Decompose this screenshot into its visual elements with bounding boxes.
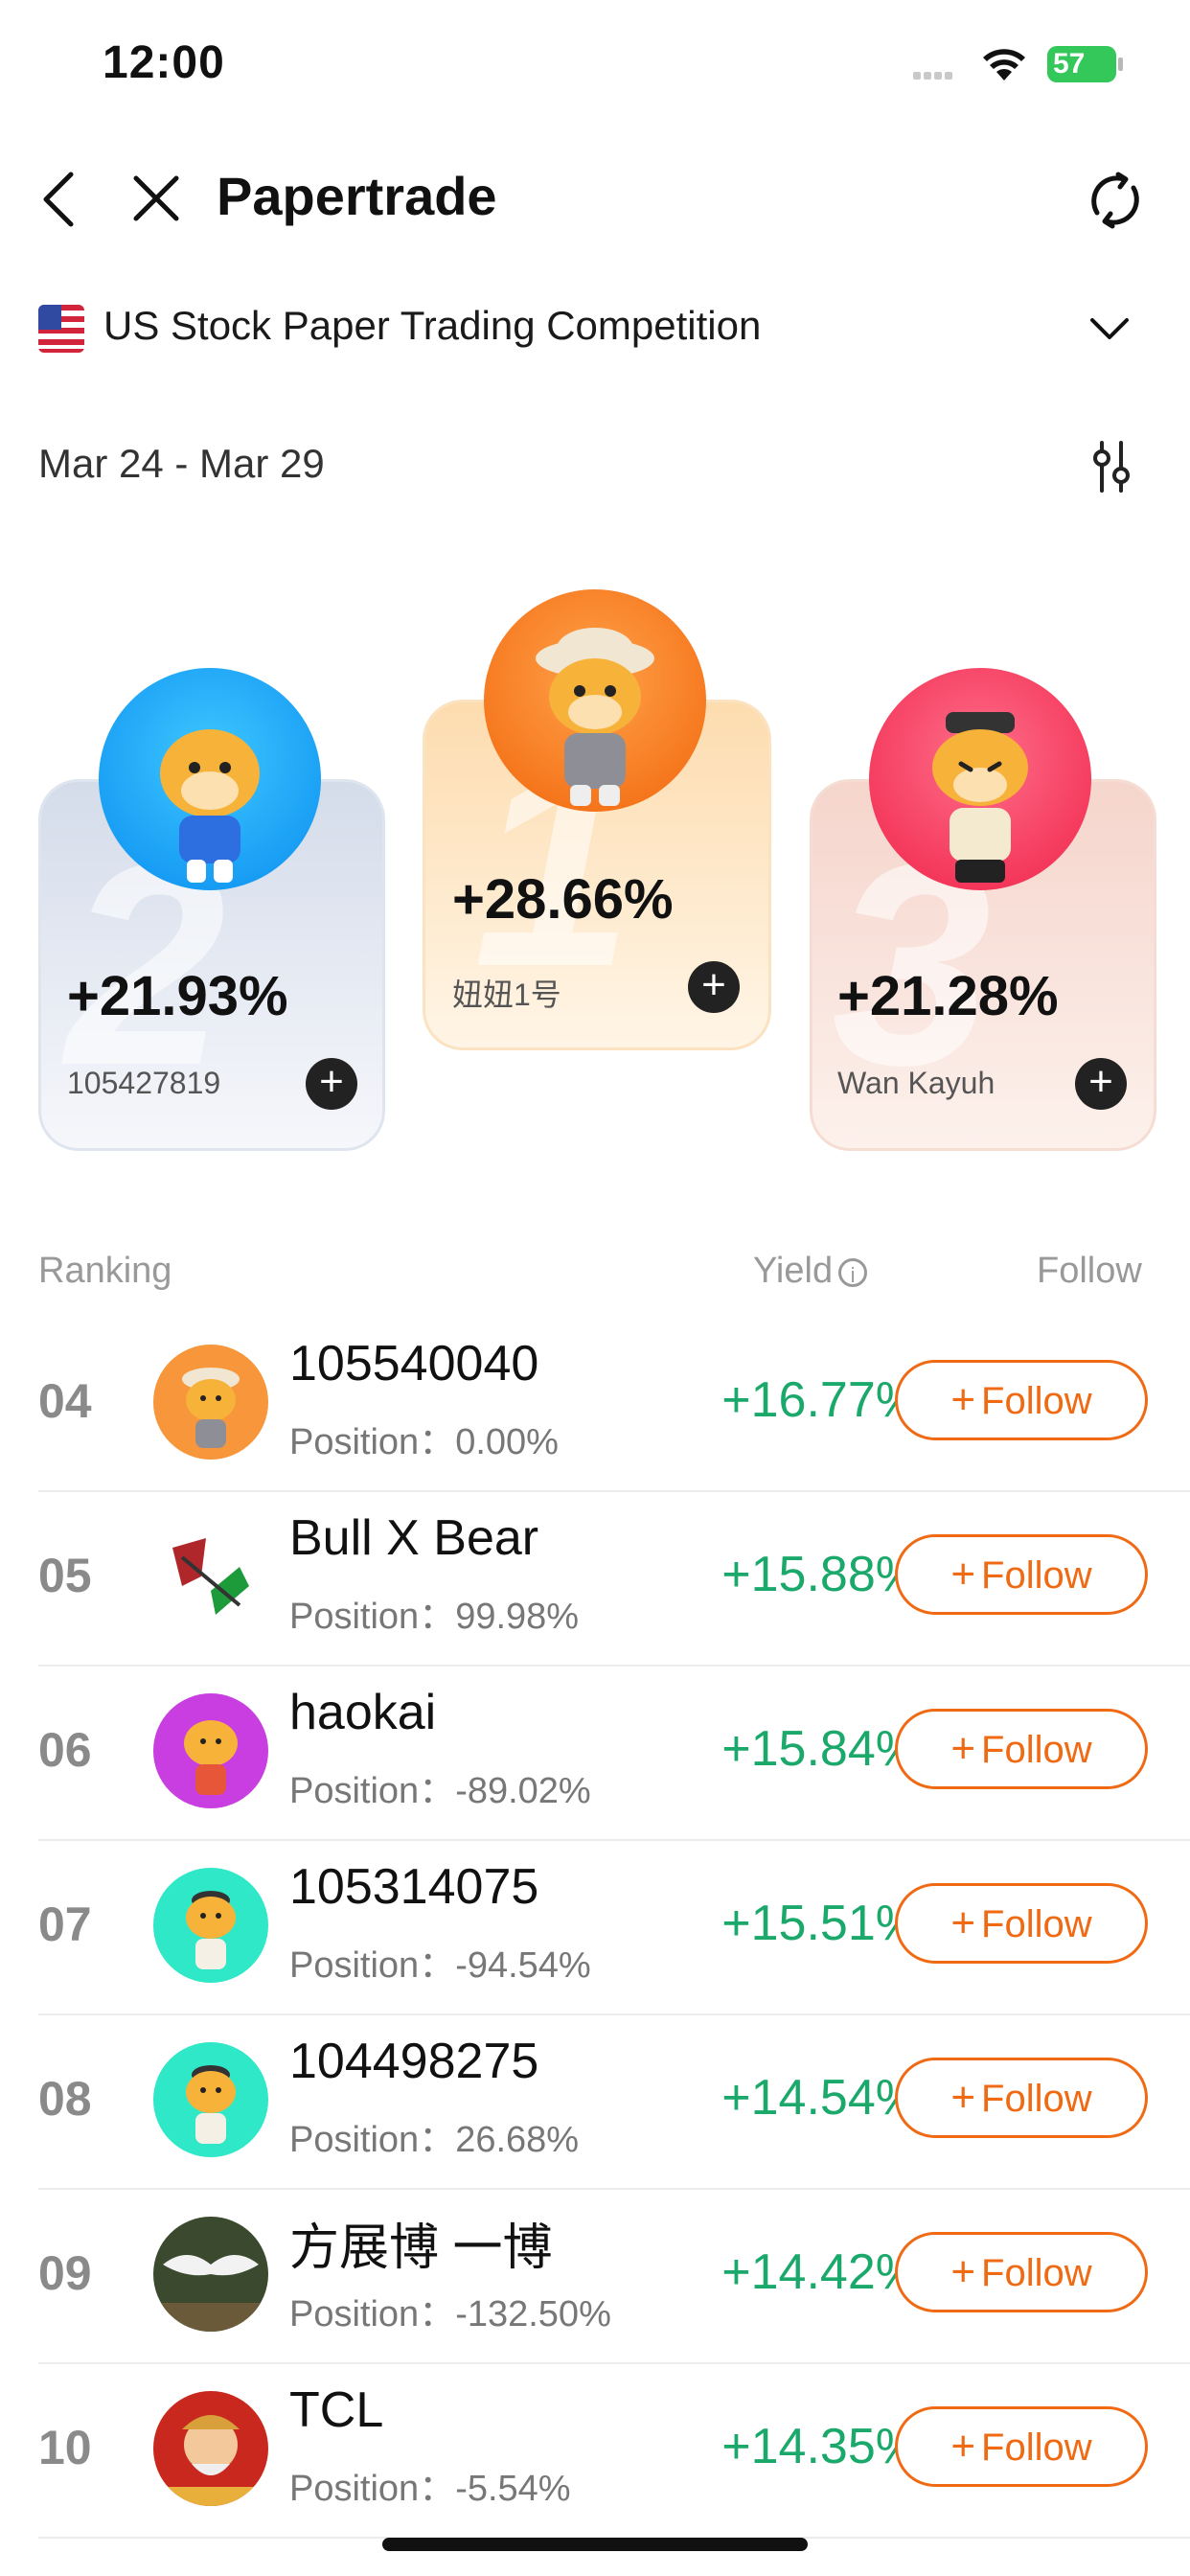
plus-icon: + <box>950 2423 976 2470</box>
plus-icon: + <box>950 1725 976 1772</box>
rank-number: 10 <box>38 2421 92 2474</box>
podium-yield: +21.93% <box>67 965 288 1027</box>
yield-value: +14.35% <box>721 2419 920 2474</box>
username[interactable]: haokai <box>289 1684 436 1741</box>
competition-name[interactable]: US Stock Paper Trading Competition <box>103 303 761 349</box>
follow-button[interactable]: + Follow <box>895 2232 1148 2312</box>
plus-icon: + <box>950 2248 976 2295</box>
podium-username: Wan Kayuh <box>837 1066 995 1100</box>
avatar <box>153 1519 268 1634</box>
follow-label: Follow <box>981 1380 1092 1422</box>
rank-number: 08 <box>38 2072 92 2126</box>
podium-username: 105427819 <box>67 1066 221 1100</box>
avatar <box>484 589 706 812</box>
follow-button[interactable]: + Follow <box>895 1360 1148 1440</box>
close-icon[interactable] <box>132 174 180 222</box>
yield-value: +15.84% <box>721 1721 920 1777</box>
plus-icon: + <box>950 1551 976 1598</box>
follow-label: Follow <box>981 1729 1092 1771</box>
follow-column-header: Follow <box>1037 1251 1142 1291</box>
follow-button[interactable]: + Follow <box>895 1534 1148 1615</box>
podium-yield: +28.66% <box>452 868 674 931</box>
yield-value: +14.54% <box>721 2070 920 2126</box>
battery-icon: 57 <box>1047 46 1124 82</box>
list-item[interactable]: 04 105540040 Position：0.00% +16.77% + Fol… <box>38 1316 1190 1492</box>
username[interactable]: Bull X Bear <box>289 1509 538 1567</box>
status-time: 12:00 <box>103 37 225 88</box>
info-icon[interactable]: i <box>838 1257 868 1287</box>
avatar <box>153 2391 268 2506</box>
podium-yield: +21.28% <box>837 965 1059 1027</box>
battery-level: 57 <box>1053 48 1086 80</box>
list-item[interactable]: 08 104498275 Position：26.68% +14.54% + Fo… <box>38 2013 1190 2190</box>
cellular-signal-icon <box>913 67 955 84</box>
position-text: Position：-94.54% <box>289 1945 591 1986</box>
position-text: Position：26.68% <box>289 2120 580 2160</box>
add-follow-button[interactable]: + <box>1075 1058 1127 1110</box>
follow-button[interactable]: + Follow <box>895 1709 1148 1789</box>
follow-label: Follow <box>981 1903 1092 1945</box>
position-text: Position：0.00% <box>289 1422 559 1462</box>
avatar <box>153 1345 268 1460</box>
filter-sliders-icon[interactable] <box>1092 441 1131 493</box>
username[interactable]: 105314075 <box>289 1858 538 1916</box>
rank-number: 05 <box>38 1549 92 1602</box>
avatar <box>99 668 321 890</box>
add-follow-button[interactable]: + <box>306 1058 357 1110</box>
wifi-icon <box>983 49 1025 80</box>
follow-label: Follow <box>981 2252 1092 2294</box>
plus-icon: + <box>950 2074 976 2121</box>
yield-value: +14.42% <box>721 2244 920 2300</box>
list-item[interactable]: 06 haokai Position：-89.02% +15.84% + Foll… <box>38 1665 1190 1841</box>
follow-label: Follow <box>981 2426 1092 2469</box>
refresh-icon[interactable] <box>1086 171 1145 230</box>
position-text: Position：-5.54% <box>289 2469 571 2509</box>
plus-icon: + <box>950 1376 976 1423</box>
follow-label: Follow <box>981 1554 1092 1597</box>
rank-number: 07 <box>38 1898 92 1951</box>
follow-label: Follow <box>981 2078 1092 2120</box>
rank-number: 06 <box>38 1723 92 1777</box>
back-arrow-icon[interactable] <box>38 171 80 228</box>
list-item[interactable]: 09 方展博 一博 Position：-132.50% +14.42% + Fol… <box>38 2188 1190 2364</box>
follow-button[interactable]: + Follow <box>895 2406 1148 2487</box>
follow-button[interactable]: + Follow <box>895 2058 1148 2138</box>
username[interactable]: 104498275 <box>289 2033 538 2090</box>
yield-header-label: Yield <box>753 1251 834 1291</box>
avatar <box>153 1693 268 1808</box>
add-follow-button[interactable]: + <box>688 961 740 1013</box>
position-text: Position：-132.50% <box>289 2294 611 2334</box>
avatar <box>153 2217 268 2332</box>
us-flag-icon <box>38 305 84 353</box>
podium-username: 妞妞1号 <box>452 978 561 1012</box>
yield-column-header[interactable]: Yield i <box>753 1251 868 1292</box>
page-title: Papertrade <box>217 166 497 226</box>
username[interactable]: TCL <box>289 2381 383 2439</box>
date-range: Mar 24 - Mar 29 <box>38 441 325 486</box>
follow-button[interactable]: + Follow <box>895 1883 1148 1964</box>
avatar <box>869 668 1091 890</box>
list-item[interactable]: 05 Bull X Bear Position：99.98% +15.88% +… <box>38 1490 1190 1667</box>
ranking-column-header: Ranking <box>38 1251 172 1291</box>
username[interactable]: 方展博 一博 <box>289 2207 552 2279</box>
yield-value: +16.77% <box>721 1372 920 1428</box>
avatar <box>153 2042 268 2157</box>
position-text: Position：99.98% <box>289 1597 580 1637</box>
username[interactable]: 105540040 <box>289 1335 538 1392</box>
list-item[interactable]: 07 105314075 Position：-94.54% +15.51% + F… <box>38 1839 1190 2015</box>
yield-value: +15.88% <box>721 1547 920 1602</box>
avatar <box>153 1868 268 1983</box>
yield-value: +15.51% <box>721 1896 920 1951</box>
position-text: Position：-89.02% <box>289 1771 591 1811</box>
rank-number: 04 <box>38 1374 92 1428</box>
chevron-down-icon[interactable] <box>1088 314 1131 343</box>
list-item[interactable]: 10 TCL Position：-5.54% +14.35% + Follow <box>38 2362 1190 2539</box>
home-indicator[interactable] <box>382 2538 808 2551</box>
rank-number: 09 <box>38 2246 92 2300</box>
plus-icon: + <box>950 1899 976 1946</box>
